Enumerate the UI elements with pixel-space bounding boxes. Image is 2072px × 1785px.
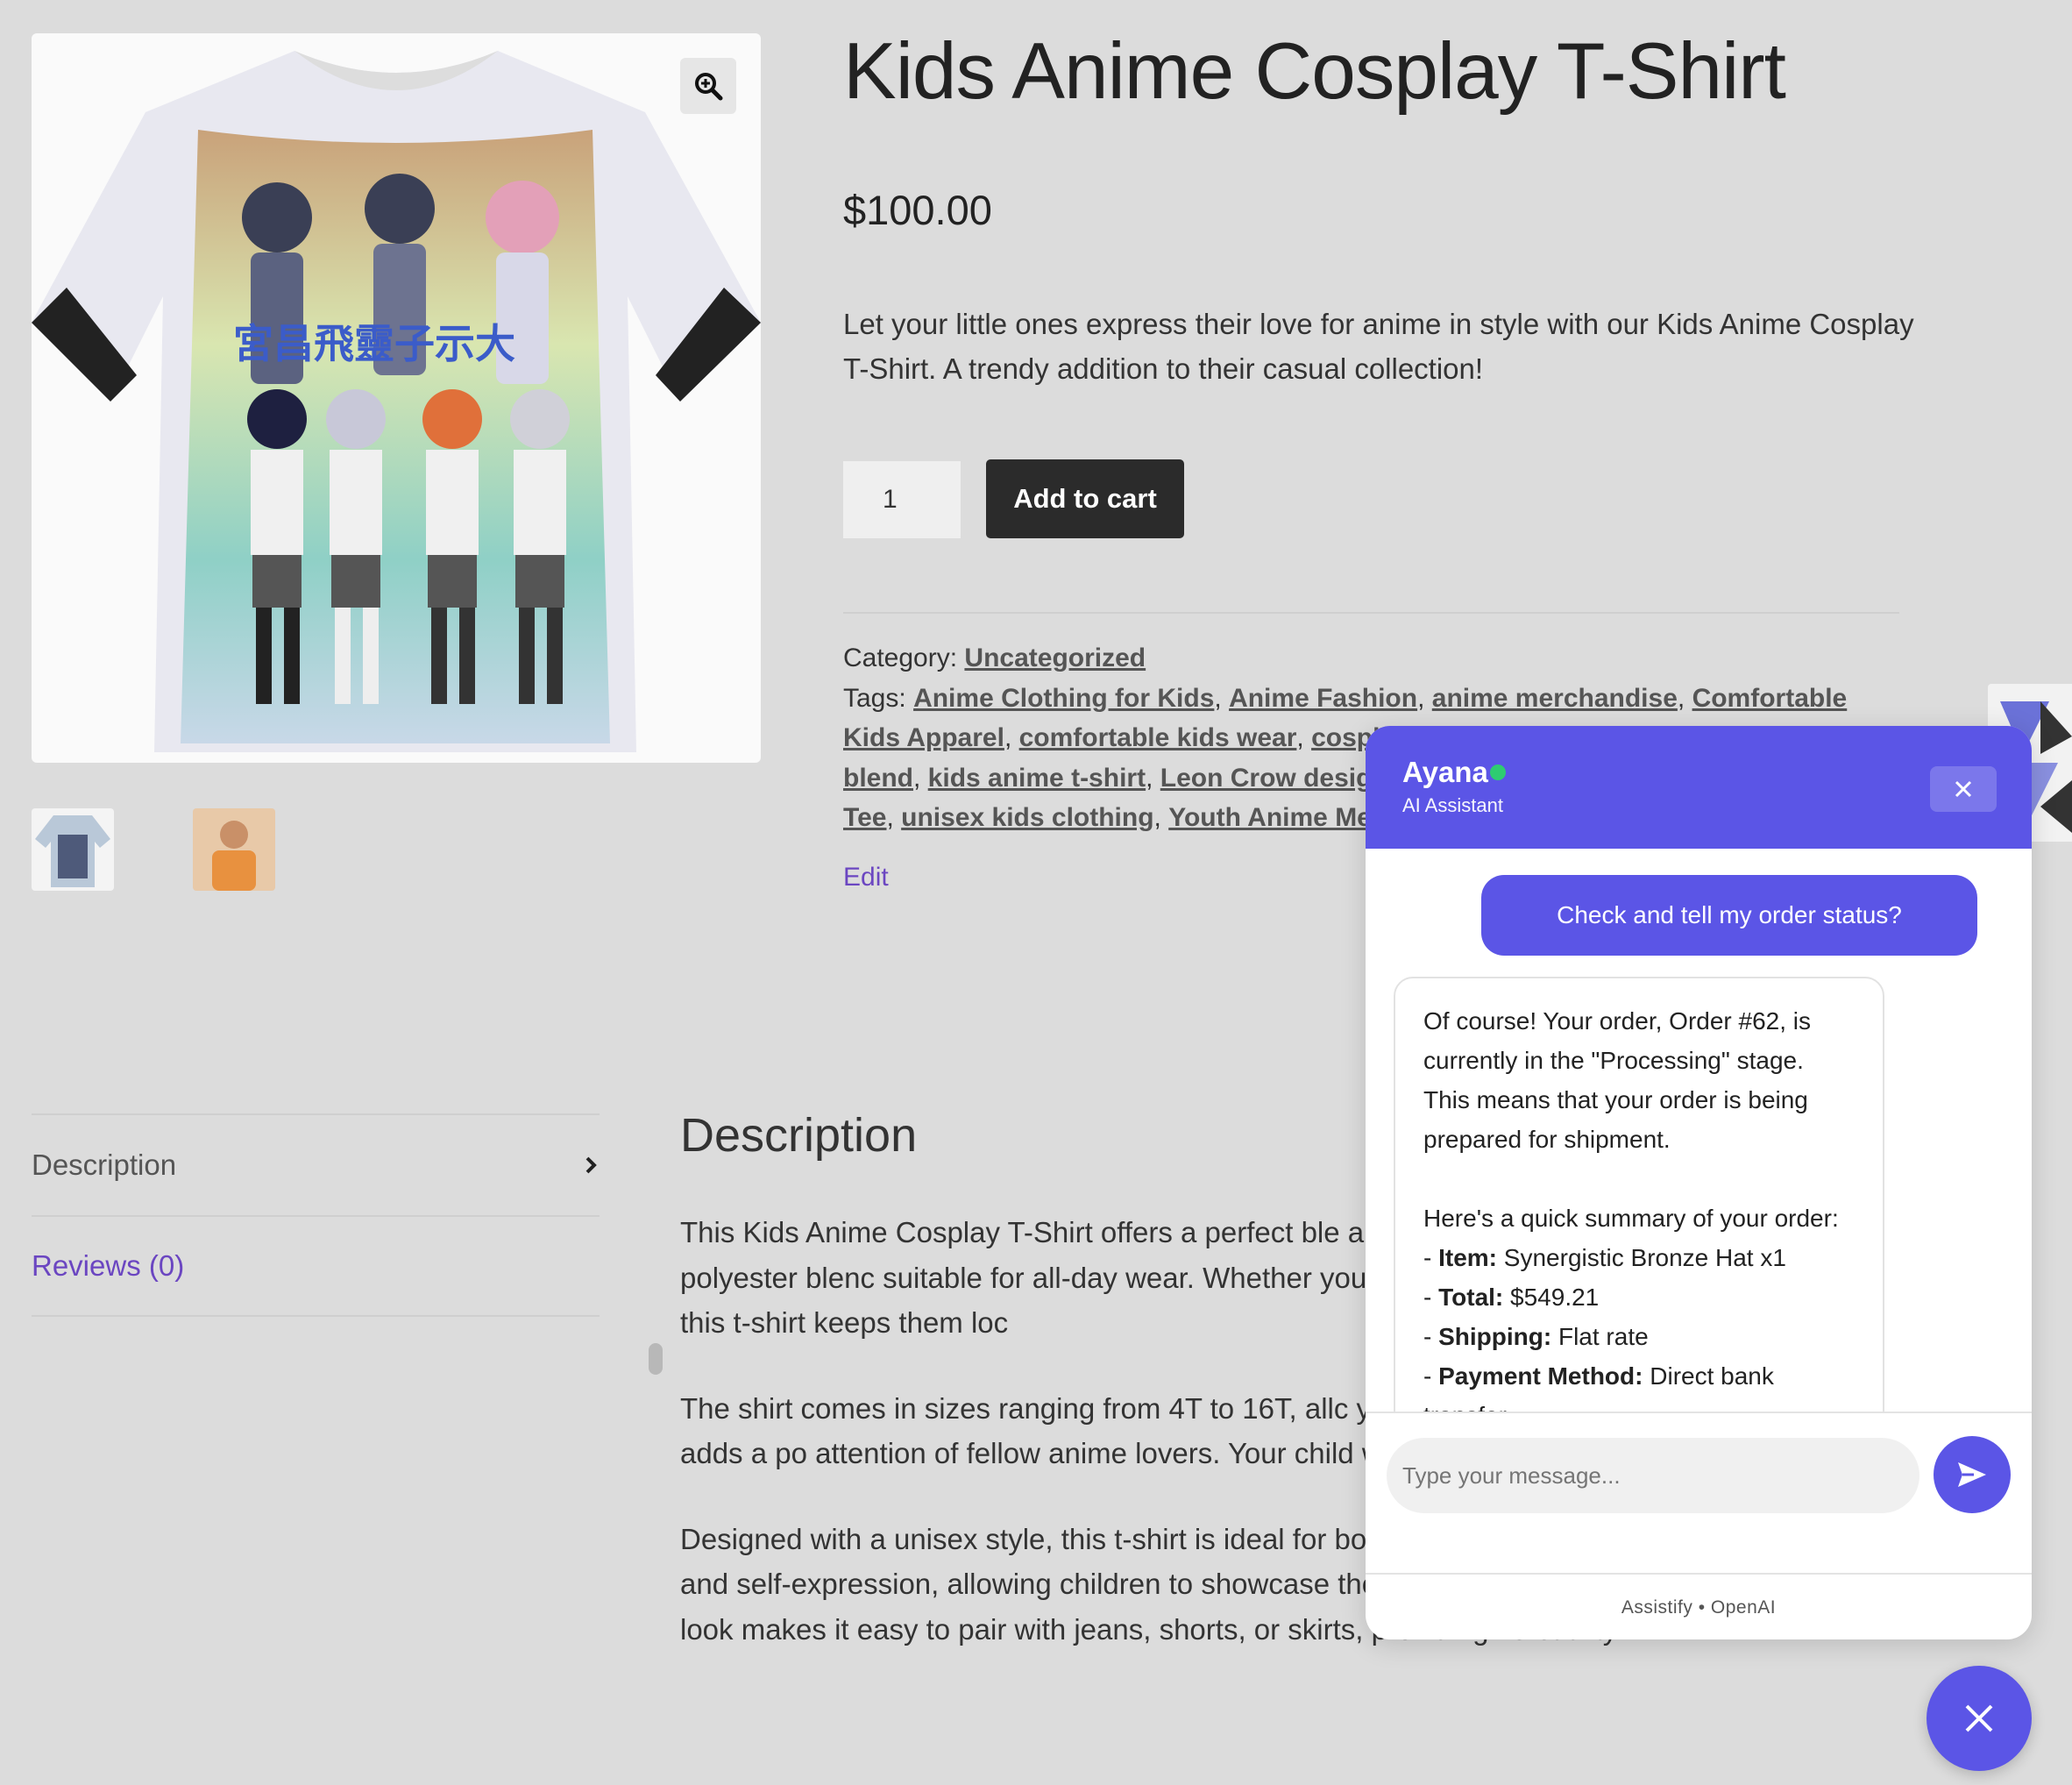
tag-link[interactable]: anime merchandise xyxy=(1432,684,1678,713)
summary-line: - Payment Method: Direct bank transfer xyxy=(1423,1362,1774,1412)
product-main-image[interactable]: 宮昌飛靈子示大 xyxy=(32,33,761,763)
close-chat-button[interactable] xyxy=(1930,766,1997,812)
summary-line: - Total: $549.21 xyxy=(1423,1284,1600,1311)
category-label: Category: xyxy=(843,644,958,672)
bot-message-text: Of course! Your order, Order #62, is cur… xyxy=(1423,1007,1839,1232)
user-message: Check and tell my order status? xyxy=(1481,875,1977,956)
chat-widget: Ayana AI Assistant Check and tell my ord… xyxy=(1366,726,2032,1639)
close-icon xyxy=(1965,1704,1993,1732)
category-link[interactable]: Uncategorized xyxy=(964,644,1146,672)
product-thumbnail-1[interactable] xyxy=(32,808,114,891)
chat-messages[interactable]: Check and tell my order status? Of cours… xyxy=(1366,849,2032,1412)
send-button[interactable] xyxy=(1934,1436,2011,1513)
product-short-description: Let your little ones express their love … xyxy=(843,308,1914,385)
divider xyxy=(843,612,1899,614)
product-thumbnail-2[interactable] xyxy=(193,808,275,891)
description-heading: Description xyxy=(680,1109,918,1162)
close-icon xyxy=(1955,780,1972,798)
chat-input-area xyxy=(1366,1412,2032,1575)
agent-name: Ayana xyxy=(1402,756,1488,788)
summary-line: - Item: Synergistic Bronze Hat x1 xyxy=(1423,1244,1786,1271)
send-icon xyxy=(1958,1462,1986,1487)
tag-link[interactable]: Tee xyxy=(843,803,886,832)
chat-footer: Assistify • OpenAI xyxy=(1366,1573,2032,1639)
quantity-input[interactable] xyxy=(843,461,961,538)
online-status-icon xyxy=(1490,764,1506,780)
tag-link[interactable]: kids anime t-shirt xyxy=(928,764,1146,793)
tag-link[interactable]: comfortable kids wear xyxy=(1019,723,1297,752)
tag-link[interactable]: Anime Clothing for Kids xyxy=(913,684,1214,713)
chat-toggle-button[interactable] xyxy=(1927,1666,2032,1771)
agent-role: AI Assistant xyxy=(1402,794,1503,816)
tag-link[interactable]: blend xyxy=(843,764,913,793)
tab-description[interactable]: Description xyxy=(32,1113,600,1215)
chat-message-input[interactable] xyxy=(1387,1438,1919,1513)
image-overlay-text: 宮昌飛靈子示大 xyxy=(233,320,515,367)
product-price: $100.00 xyxy=(843,187,992,233)
chevron-right-icon xyxy=(585,1156,597,1174)
tag-link[interactable]: unisex kids clothing xyxy=(901,803,1153,832)
tab-reviews[interactable]: Reviews (0) xyxy=(32,1215,600,1317)
tag-link[interactable]: Youth Anime Merc xyxy=(1168,803,1396,832)
chat-scrollbar[interactable] xyxy=(649,1343,663,1375)
edit-link[interactable]: Edit xyxy=(843,863,889,892)
product-title: Kids Anime Cosplay T-Shirt xyxy=(843,27,1786,116)
tab-description-label: Description xyxy=(32,1149,177,1181)
tag-link[interactable]: Anime Fashion xyxy=(1229,684,1417,713)
summary-line: - Shipping: Flat rate xyxy=(1423,1323,1649,1350)
tags-label: Tags: xyxy=(843,683,906,713)
tab-reviews-label: Reviews (0) xyxy=(32,1249,185,1282)
chat-header: Ayana AI Assistant xyxy=(1366,726,2032,849)
add-to-cart-button[interactable]: Add to cart xyxy=(986,459,1184,538)
product-tabs: Description Reviews (0) xyxy=(32,1113,600,1317)
bot-message: Of course! Your order, Order #62, is cur… xyxy=(1394,977,1884,1412)
tag-link[interactable]: Leon Crow design xyxy=(1160,764,1388,793)
zoom-icon[interactable] xyxy=(680,58,736,114)
